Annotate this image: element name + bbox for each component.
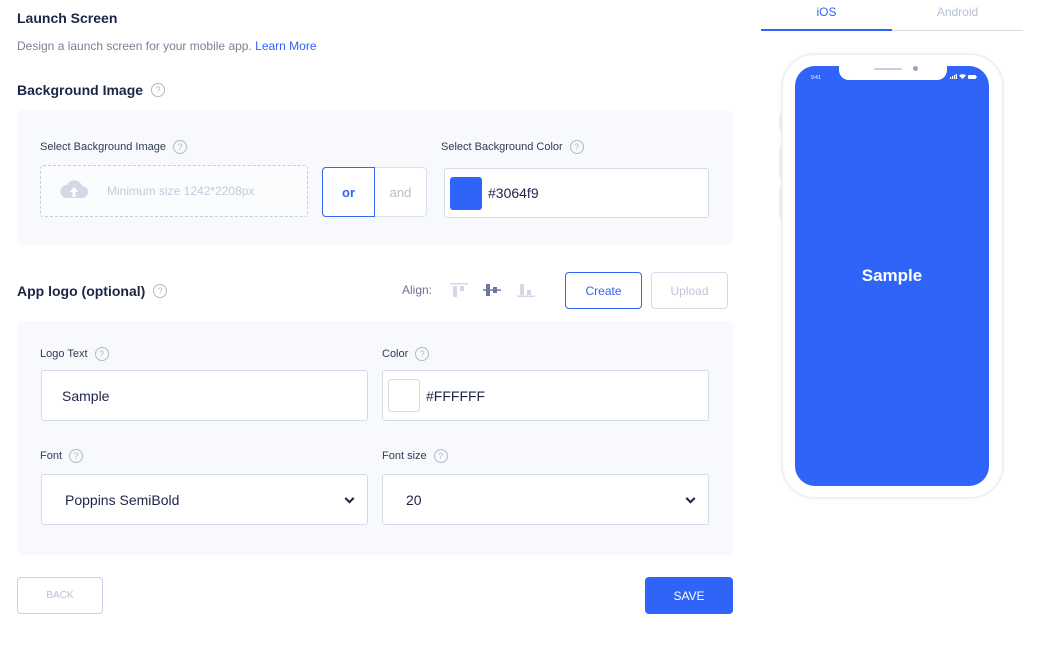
tab-android[interactable]: Android xyxy=(892,0,1023,30)
upload-hint: Minimum size 1242*2208px xyxy=(107,184,255,198)
wifi-icon xyxy=(959,74,966,79)
align-top-icon[interactable] xyxy=(450,283,468,302)
background-color-input[interactable]: #3064f9 xyxy=(444,168,709,218)
help-icon[interactable]: ? xyxy=(94,347,109,361)
preview-logo-text: Sample xyxy=(861,266,923,285)
subtitle-text: Design a launch screen for your mobile a… xyxy=(17,39,252,53)
app-logo-title: App logo (optional) xyxy=(17,283,146,299)
background-image-heading: Background Image ? xyxy=(17,82,166,98)
upload-logo-button[interactable]: Upload xyxy=(651,272,728,309)
help-icon[interactable]: ? xyxy=(172,140,187,154)
phone-side-button xyxy=(779,187,782,219)
background-image-dropzone[interactable]: Minimum size 1242*2208px xyxy=(40,165,308,217)
label-text: Select Background Image xyxy=(40,141,166,153)
label-text: Logo Text xyxy=(40,348,88,360)
help-icon[interactable]: ? xyxy=(415,347,430,361)
background-color-value: #3064f9 xyxy=(488,185,539,201)
help-icon[interactable]: ? xyxy=(153,284,168,298)
camera-icon xyxy=(913,66,918,71)
create-logo-button[interactable]: Create xyxy=(565,272,642,309)
logo-text-label: Logo Text ? xyxy=(40,347,109,361)
select-background-color-label: Select Background Color ? xyxy=(441,140,584,154)
signal-icon xyxy=(950,74,957,79)
logo-color-value: #FFFFFF xyxy=(426,387,486,404)
font-select-value: Poppins SemiBold xyxy=(65,491,180,508)
logo-color-swatch[interactable] xyxy=(388,379,420,412)
tab-ios[interactable]: iOS xyxy=(761,0,892,31)
back-button[interactable]: BACK xyxy=(17,577,103,614)
app-logo-heading: App logo (optional) ? xyxy=(17,283,168,299)
chevron-down-icon xyxy=(685,493,696,504)
cloud-upload-icon xyxy=(59,178,89,205)
image-color-combine-toggle: or and xyxy=(322,167,427,217)
label-text: Font xyxy=(40,450,63,462)
font-label: Font ? xyxy=(40,449,84,463)
status-time: 9:41 xyxy=(811,75,821,81)
battery-icon xyxy=(968,75,977,79)
font-size-label: Font size ? xyxy=(382,449,448,463)
background-image-title: Background Image xyxy=(17,82,144,98)
toggle-and[interactable]: and xyxy=(375,167,427,217)
logo-color-label: Color ? xyxy=(382,347,430,361)
align-bottom-icon[interactable] xyxy=(517,283,535,302)
logo-text-input[interactable]: Sample xyxy=(41,370,368,421)
phone-side-button xyxy=(779,147,782,179)
phone-notch xyxy=(839,66,947,80)
platform-tabs: iOS Android xyxy=(761,0,1023,31)
font-size-select[interactable]: 20 xyxy=(382,474,709,525)
help-icon[interactable]: ? xyxy=(69,449,84,463)
align-label: Align: xyxy=(402,283,433,297)
phone-side-button xyxy=(779,113,782,131)
label-text: Font size xyxy=(382,450,427,462)
background-color-swatch[interactable] xyxy=(450,176,482,210)
learn-more-link[interactable]: Learn More xyxy=(255,39,316,53)
page-subtitle: Design a launch screen for your mobile a… xyxy=(17,39,317,53)
save-button[interactable]: SAVE xyxy=(645,577,733,614)
select-background-image-label: Select Background Image ? xyxy=(40,140,187,154)
chevron-down-icon xyxy=(344,493,355,504)
toggle-or[interactable]: or xyxy=(322,167,375,217)
page-title: Launch Screen xyxy=(17,10,118,26)
label-text: Color xyxy=(382,348,409,360)
help-icon[interactable]: ? xyxy=(151,83,166,97)
logo-text-value: Sample xyxy=(62,387,110,404)
logo-color-input[interactable]: #FFFFFF xyxy=(382,370,709,421)
speaker-icon xyxy=(874,68,902,70)
align-center-icon[interactable] xyxy=(483,283,501,302)
help-icon[interactable]: ? xyxy=(433,449,448,463)
label-text: Select Background Color xyxy=(441,141,563,153)
help-icon[interactable]: ? xyxy=(569,140,584,154)
status-icons xyxy=(950,74,977,79)
phone-screen-preview: 9:41 Sample xyxy=(795,66,989,486)
font-size-select-value: 20 xyxy=(406,491,422,508)
font-select[interactable]: Poppins SemiBold xyxy=(41,474,368,525)
